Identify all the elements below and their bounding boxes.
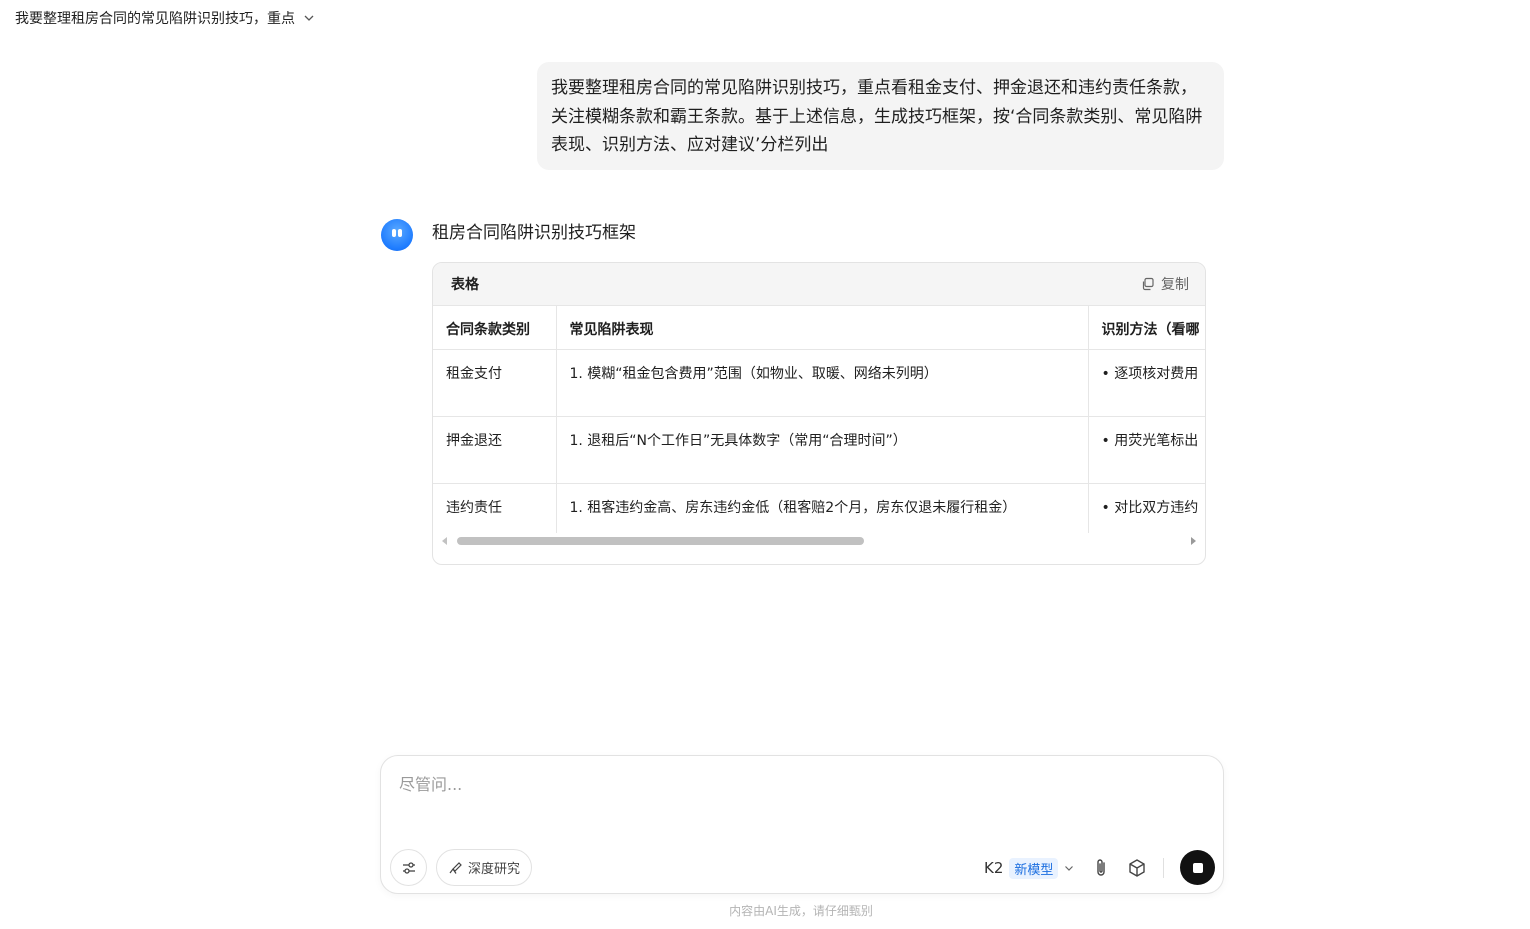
table-card-label: 表格 [451,277,479,293]
scroll-left-arrow-icon[interactable] [442,537,447,545]
deep-research-button[interactable]: 深度研究 [436,849,532,886]
table-cell: 1. 退租后“N个工作日”无具体数字（常用“合理时间”） [556,416,1089,484]
kimi-avatar-icon [381,219,413,251]
table-cell: • 用荧光笔标出 [1088,416,1205,484]
table-cell: • 逐项核对费用 [1088,349,1205,417]
chevron-down-icon [1065,866,1074,871]
copy-button[interactable]: 复制 [1141,274,1189,294]
conversation-title: 我要整理租房合同的常见陷阱识别技巧，重点 [15,11,295,27]
model-name: K2 [984,859,1004,877]
table-cell: 1. 模糊“租金包含费用”范围（如物业、取暖、网络未列明） [556,349,1089,417]
message-input[interactable] [399,772,1199,796]
sliders-icon [402,861,415,874]
user-message-bubble: 我要整理租房合同的常见陷阱识别技巧，重点看租金支付、押金退还和违约责任条款，关注… [537,62,1224,170]
table-card-header: 表格 复制 [433,263,1205,306]
table-header-cell: 常见陷阱表现 [556,306,1089,350]
table-viewport[interactable]: 合同条款类别 常见陷阱表现 识别方法（看哪 租金支付 1. 模糊“租金包含费用”… [433,306,1205,549]
avatar-eye-left [392,229,396,237]
paperclip-icon[interactable] [1091,857,1111,879]
copy-icon [1142,277,1154,291]
conversation-title-dropdown[interactable]: 我要整理租房合同的常见陷阱识别技巧，重点 [15,8,315,28]
assistant-answer-title: 租房合同陷阱识别技巧框架 [432,223,636,243]
stop-icon [1192,862,1203,873]
chat-page: 我要整理租房合同的常见陷阱识别技巧，重点 我要整理租房合同的常见陷阱识别技巧，重… [0,0,1530,929]
table-card: 表格 复制 合同条款类别 常见陷阱表现 识别方法（看哪 租金支付 1. 模糊“租… [432,262,1206,565]
table-row: 租金支付 1. 模糊“租金包含费用”范围（如物业、取暖、网络未列明） • 逐项核… [433,349,1205,417]
avatar-eye-right [398,229,402,237]
telescope-icon [449,861,462,874]
tools-button[interactable] [390,849,427,886]
cube-icon[interactable] [1127,858,1147,878]
model-selector[interactable]: K2 新模型 [984,856,1074,880]
scroll-right-arrow-icon[interactable] [1191,537,1196,545]
table-cell: 租金支付 [433,349,557,417]
message-composer: 深度研究 K2 新模型 [380,755,1224,894]
table-header-cell: 识别方法（看哪 [1088,306,1205,350]
deep-research-label: 深度研究 [467,862,520,877]
chevron-down-icon [304,15,314,21]
new-model-badge: 新模型 [1009,857,1059,879]
table-header-cell: 合同条款类别 [433,306,557,350]
trap-table: 合同条款类别 常见陷阱表现 识别方法（看哪 租金支付 1. 模糊“租金包含费用”… [433,306,1205,549]
scrollbar-thumb[interactable] [457,537,864,545]
table-cell: 押金退还 [433,416,557,484]
table-row: 押金退还 1. 退租后“N个工作日”无具体数字（常用“合理时间”） • 用荧光笔… [433,416,1205,484]
copy-button-label: 复制 [1161,277,1189,293]
stop-generation-button[interactable] [1180,850,1215,885]
horizontal-scrollbar[interactable] [433,533,1205,549]
toolbar-divider [1163,858,1164,878]
ai-disclaimer: 内容由AI生成，请仔细甄别 [729,904,873,918]
table-header-row: 合同条款类别 常见陷阱表现 识别方法（看哪 [433,306,1205,350]
